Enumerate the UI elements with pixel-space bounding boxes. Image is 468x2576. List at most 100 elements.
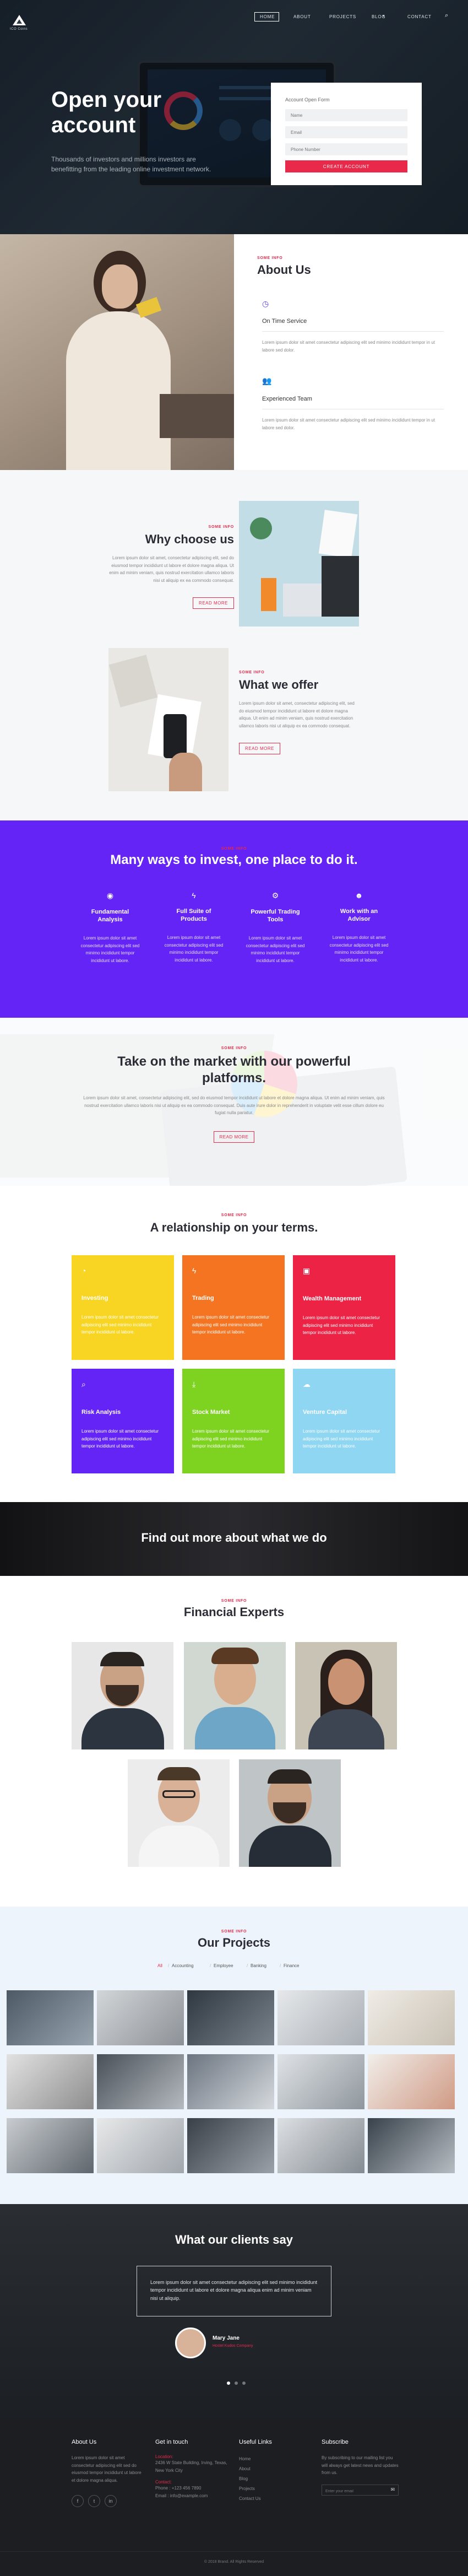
location-text: 2436 W State Building, Irving, Texas, Ne…: [155, 2460, 227, 2473]
create-account-button[interactable]: CREATE ACCOUNT: [285, 160, 407, 172]
hero-section: ICO Coins HOME ABOUT PROJECTS BLOG ▾ CON…: [0, 0, 468, 234]
footer-divider: [0, 2551, 468, 2552]
nav-projects[interactable]: PROJECTS: [329, 14, 356, 19]
nav-contact[interactable]: CONTACT: [407, 14, 432, 19]
offer-read-more-button[interactable]: READ MORE: [239, 743, 280, 755]
project-thumbnail[interactable]: [368, 1990, 455, 2045]
bolt-icon: ϟ: [192, 1266, 197, 1275]
expert-photo[interactable]: [184, 1642, 286, 1749]
choose-read-more-button[interactable]: READ MORE: [193, 597, 234, 609]
download-icon: ⤓: [192, 1380, 196, 1389]
choose-section: SOME INFO Why choose us Lorem ipsum dolo…: [0, 470, 468, 820]
project-thumbnail[interactable]: [187, 1990, 274, 2045]
service-card[interactable]: ☁ Venture Capital Lorem ipsum dolor sit am…: [293, 1369, 395, 1473]
logo-text: ICO Coins: [10, 28, 28, 31]
project-thumbnail[interactable]: [277, 2118, 364, 2173]
slider-dot[interactable]: [242, 2381, 246, 2385]
tab-all[interactable]: All: [157, 1963, 162, 1968]
nav-home[interactable]: HOME: [260, 14, 275, 19]
invest-feature: ◉ Fundamental Analysis Lorem ipsum dolor si…: [80, 891, 140, 964]
testimonial-quote: Lorem ipsum dolor sit amet consectetur a…: [137, 2266, 331, 2316]
name-field[interactable]: [285, 109, 407, 121]
logo-icon[interactable]: [12, 14, 26, 26]
expert-photo[interactable]: [72, 1642, 173, 1749]
contact-label: Contact:: [155, 2480, 172, 2485]
projects-kicker: SOME INFO: [221, 1930, 247, 1934]
cloud-icon: ☁: [303, 1380, 311, 1389]
service-card[interactable]: ϟ Trading Lorem ipsum dolor sit amet conse…: [182, 1255, 285, 1360]
expert-photo[interactable]: [239, 1759, 341, 1867]
desk-photo: [239, 501, 359, 627]
cta-section[interactable]: Find out more about what we do: [0, 1502, 468, 1576]
invest-feature: ☻ Work with an Advisor Lorem ipsum dolor si…: [329, 891, 389, 964]
choose-title: Why choose us: [145, 532, 234, 546]
tab-finance[interactable]: Finance: [284, 1963, 299, 1968]
project-thumbnail[interactable]: [187, 2054, 274, 2109]
service-card[interactable]: ▣ Wealth Management Lorem ipsum dolor sit …: [293, 1255, 395, 1360]
footer-link-home[interactable]: Home: [239, 2454, 311, 2464]
platform-read-more-button[interactable]: READ MORE: [213, 1131, 255, 1143]
invest-feature: ⚙ Powerful Trading Tools Lorem ipsum dolor …: [245, 891, 306, 964]
footer-link-blog[interactable]: Blog: [239, 2474, 311, 2484]
send-icon[interactable]: ✉: [390, 2487, 395, 2493]
cta-title[interactable]: Find out more about what we do: [0, 1531, 468, 1545]
footer-link-about[interactable]: About: [239, 2464, 311, 2474]
expert-photo[interactable]: [128, 1759, 230, 1867]
facebook-icon[interactable]: f: [72, 2495, 84, 2508]
search-icon[interactable]: ⌕: [445, 12, 448, 19]
about-item2-title: Experienced Team: [262, 396, 312, 402]
service-card-title: Stock Market: [192, 1409, 230, 1416]
phone-field[interactable]: [285, 143, 407, 155]
gear-icon: ⚙: [271, 891, 279, 900]
subscribe-text: By subscribing to our mailing list you w…: [322, 2455, 399, 2476]
calculator-photo: [108, 648, 228, 791]
testimonial-section: What our clients say Lorem ipsum dolor s…: [0, 2204, 468, 2419]
experts-title: Financial Experts: [183, 1605, 285, 1619]
feature-title: Work with an Advisor: [340, 908, 378, 922]
projects-title: Our Projects: [197, 1936, 271, 1949]
slider-dot[interactable]: [227, 2381, 230, 2385]
hero-title: Open your account: [51, 88, 162, 137]
tab-separator: /: [280, 1963, 281, 1968]
experts-section: SOME INFO Financial Experts: [0, 1576, 468, 1907]
tab-banking[interactable]: Banking: [251, 1963, 266, 1968]
slider-dot[interactable]: [235, 2381, 238, 2385]
about-section: SOME INFO About Us ◷ On Time Service Lor…: [0, 234, 468, 470]
service-card-title: Venture Capital: [303, 1409, 347, 1416]
feature-text: Lorem ipsum dolor sit amet consectetur a…: [329, 935, 389, 963]
tab-accounting[interactable]: Accounting: [172, 1963, 194, 1968]
expert-photo[interactable]: [295, 1642, 397, 1749]
project-thumbnail[interactable]: [7, 2118, 94, 2173]
footer-link-projects[interactable]: Projects: [239, 2484, 311, 2494]
project-thumbnail[interactable]: [368, 2054, 455, 2109]
location-label: Location:: [155, 2454, 173, 2459]
project-thumbnail[interactable]: [97, 2118, 184, 2173]
footer-subscribe-title: Subscribe: [322, 2439, 349, 2445]
offer-kicker: SOME INFO: [239, 671, 265, 674]
tab-employee[interactable]: Employee: [214, 1963, 233, 1968]
service-card[interactable]: ⌕ Risk Analysis Lorem ipsum dolor sit amet…: [72, 1369, 174, 1473]
tab-separator: /: [247, 1963, 248, 1968]
service-card-text: Lorem ipsum dolor sit amet consectetur a…: [81, 1315, 159, 1335]
client-role: Hostel Kudos Company: [213, 2344, 253, 2348]
project-thumbnail[interactable]: [277, 1990, 364, 2045]
feature-text: Lorem ipsum dolor sit amet consectetur a…: [80, 936, 140, 963]
project-thumbnail[interactable]: [368, 2118, 455, 2173]
project-thumbnail[interactable]: [7, 1990, 94, 2045]
footer-touch-title: Get in touch: [155, 2439, 188, 2445]
footer-link-contact[interactable]: Contact Us: [239, 2494, 311, 2504]
project-thumbnail[interactable]: [97, 2054, 184, 2109]
project-thumbnail[interactable]: [277, 2054, 364, 2109]
services-title: A relationship on your terms.: [150, 1221, 318, 1234]
service-card[interactable]: ◔ Investing Lorem ipsum dolor sit amet con…: [72, 1255, 174, 1360]
project-thumbnail[interactable]: [7, 2054, 94, 2109]
service-card[interactable]: ⤓ Stock Market Lorem ipsum dolor sit amet …: [182, 1369, 285, 1473]
twitter-icon[interactable]: t: [88, 2495, 100, 2508]
project-thumbnail[interactable]: [187, 2118, 274, 2173]
subscribe-email-input[interactable]: [322, 2486, 383, 2497]
nav-about[interactable]: ABOUT: [293, 14, 311, 19]
email-text: Email : info@example.com: [155, 2493, 208, 2498]
email-field[interactable]: [285, 126, 407, 138]
project-thumbnail[interactable]: [97, 1990, 184, 2045]
linkedin-icon[interactable]: in: [105, 2495, 117, 2508]
